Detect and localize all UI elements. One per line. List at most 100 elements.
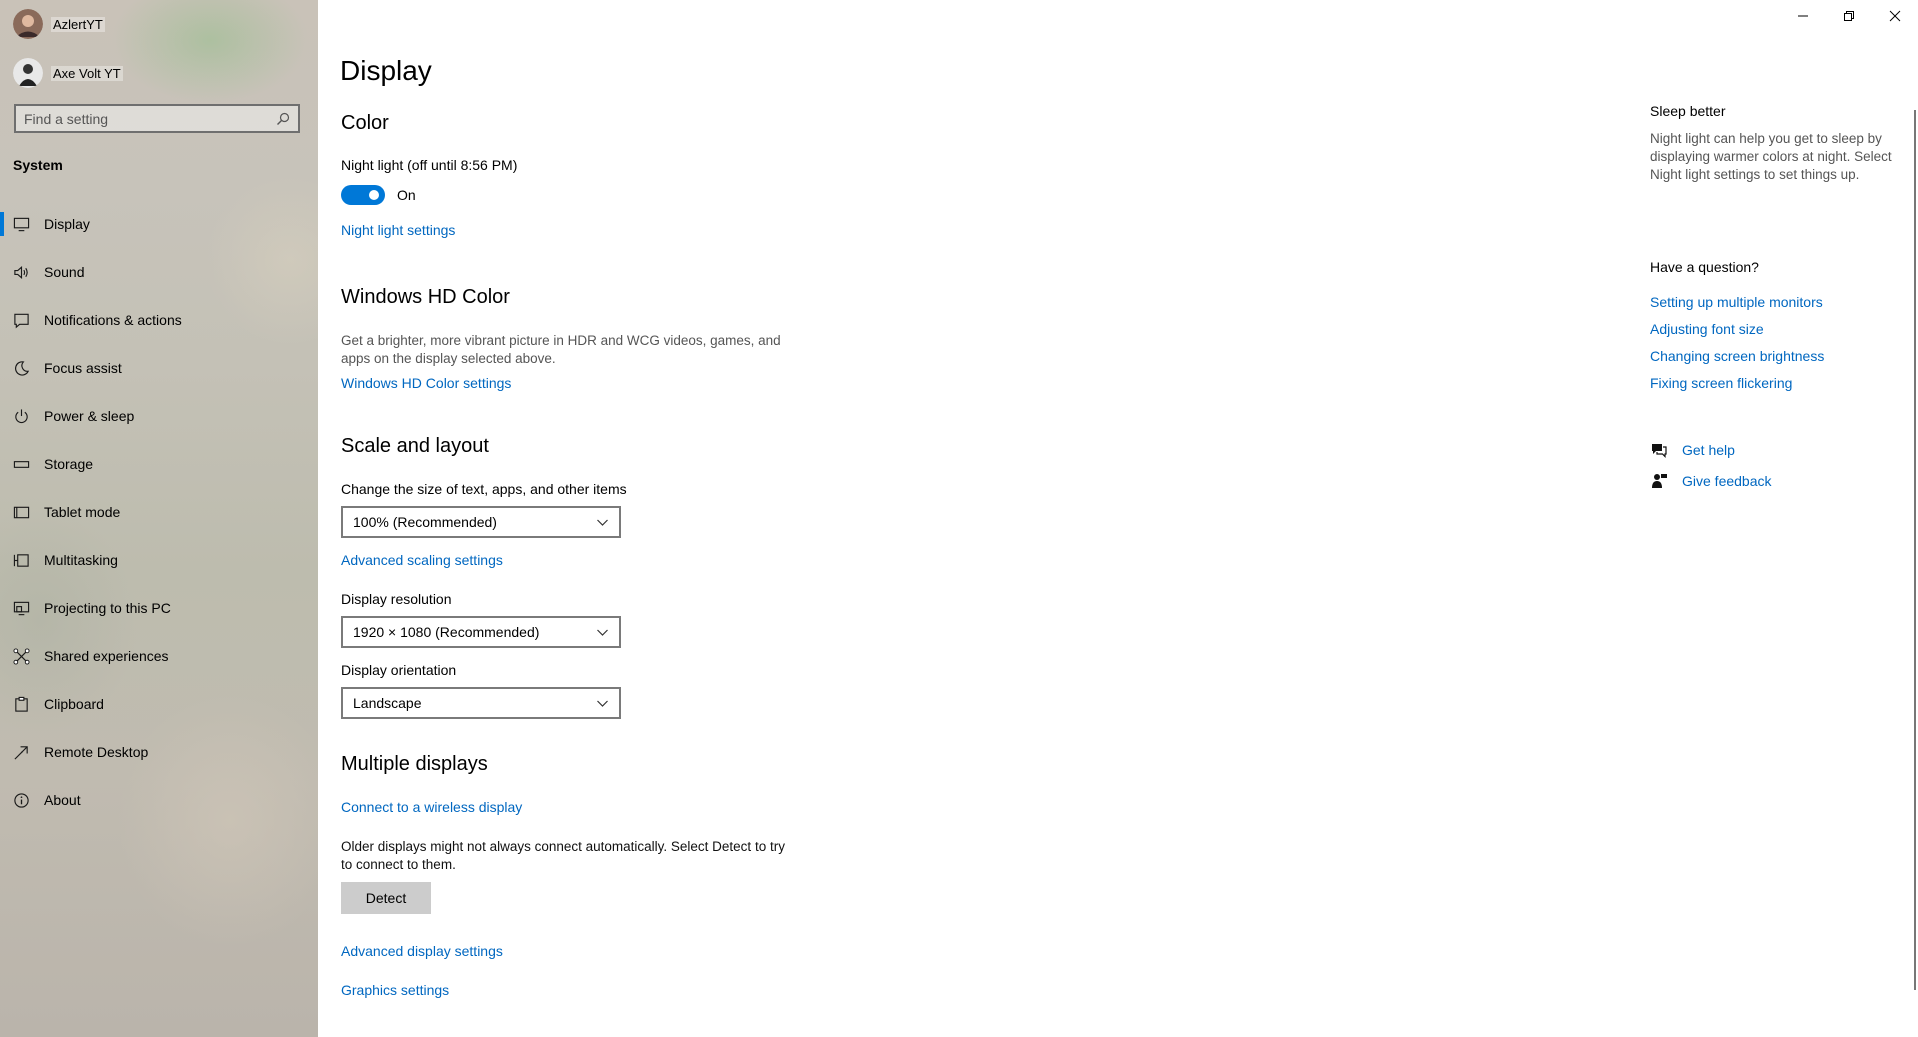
sidebar-item-label: Multitasking [44, 552, 118, 568]
sidebar-item-clipboard[interactable]: Clipboard [0, 680, 318, 728]
toggle-state-label: On [397, 187, 416, 203]
moon-icon [12, 359, 30, 377]
night-light-settings-link[interactable]: Night light settings [341, 222, 455, 238]
sidebar-item-label: Display [44, 216, 90, 232]
speaker-icon [12, 263, 30, 281]
sidebar-item-label: Clipboard [44, 696, 104, 712]
multitasking-icon [12, 551, 30, 569]
display-orientation-label: Display orientation [341, 662, 457, 678]
sidebar-item-label: Tablet mode [44, 504, 121, 520]
sidebar-item-projecting[interactable]: Projecting to this PC [0, 584, 318, 632]
sidebar-item-display[interactable]: Display [0, 200, 318, 248]
give-feedback-icon [1652, 474, 1667, 488]
info-icon [12, 791, 30, 809]
sidebar-item-sound[interactable]: Sound [0, 248, 318, 296]
profile-axe-volt-yt[interactable]: Axe Volt YT [13, 56, 123, 90]
clipboard-icon [12, 695, 30, 713]
sidebar-item-shared-experiences[interactable]: Shared experiences [0, 632, 318, 680]
chevron-down-icon [597, 700, 608, 707]
sleep-better-heading: Sleep better [1650, 103, 1726, 119]
detect-description: Older displays might not always connect … [341, 839, 785, 872]
sidebar-item-label: Focus assist [44, 360, 122, 376]
give-feedback-label: Give feedback [1682, 473, 1772, 489]
chevron-down-icon [597, 519, 608, 526]
sidebar-item-storage[interactable]: Storage [0, 440, 318, 488]
close-button[interactable] [1872, 0, 1918, 32]
storage-icon [12, 455, 30, 473]
projecting-icon [12, 599, 30, 617]
sidebar-item-power-sleep[interactable]: Power & sleep [0, 392, 318, 440]
section-label-system: System [13, 157, 63, 173]
close-icon [1889, 10, 1901, 22]
resolution-dropdown[interactable]: 1920 × 1080 (Recommended) [341, 616, 621, 648]
profile-name: Axe Volt YT [51, 65, 123, 81]
power-icon [12, 407, 30, 425]
sidebar-item-about[interactable]: About [0, 776, 318, 824]
orientation-dropdown-value: Landscape [353, 695, 422, 711]
detect-button[interactable]: Detect [341, 882, 431, 914]
changing-screen-brightness-link[interactable]: Changing screen brightness [1650, 348, 1824, 364]
minimize-icon [1798, 15, 1808, 17]
scrollbar[interactable] [1914, 110, 1916, 990]
sidebar-item-label: Projecting to this PC [44, 600, 171, 616]
heading-multiple-displays: Multiple displays [341, 753, 488, 775]
sidebar-item-label: Sound [44, 264, 85, 280]
orientation-dropdown[interactable]: Landscape [341, 687, 621, 719]
night-light-label: Night light (off until 8:56 PM) [341, 157, 518, 173]
adjusting-font-size-link[interactable]: Adjusting font size [1650, 321, 1764, 337]
search-icon[interactable] [276, 112, 290, 126]
monitor-icon [12, 215, 30, 233]
advanced-display-settings-link[interactable]: Advanced display settings [341, 943, 503, 959]
night-light-toggle-row: On [341, 185, 416, 205]
sidebar-item-label: About [44, 792, 81, 808]
shared-icon [12, 647, 30, 665]
avatar [13, 9, 43, 39]
sidebar: AzlertYT Axe Volt YT System Display Soun [0, 0, 318, 1037]
heading-color: Color [341, 112, 389, 134]
sidebar-item-label: Remote Desktop [44, 744, 149, 760]
give-feedback-link[interactable]: Give feedback [1650, 472, 1772, 490]
sidebar-item-label: Power & sleep [44, 408, 135, 424]
page-title: Display [340, 55, 432, 86]
remote-desktop-icon [12, 743, 30, 761]
heading-windows-hd-color: Windows HD Color [341, 286, 510, 308]
sidebar-item-multitasking[interactable]: Multitasking [0, 536, 318, 584]
avatar [13, 58, 43, 88]
sidebar-item-notifications[interactable]: Notifications & actions [0, 296, 318, 344]
advanced-scaling-settings-link[interactable]: Advanced scaling settings [341, 552, 503, 568]
restore-icon [1844, 11, 1854, 21]
setting-up-multiple-monitors-link[interactable]: Setting up multiple monitors [1650, 294, 1823, 310]
chevron-down-icon [597, 629, 608, 636]
search-box[interactable] [14, 104, 300, 133]
minimize-button[interactable] [1780, 0, 1826, 32]
fixing-screen-flickering-link[interactable]: Fixing screen flickering [1650, 375, 1792, 391]
get-help-label: Get help [1682, 442, 1735, 458]
sidebar-item-focus-assist[interactable]: Focus assist [0, 344, 318, 392]
sidebar-item-label: Storage [44, 456, 94, 472]
sidebar-item-label: Notifications & actions [44, 312, 182, 328]
profile-azlertyt[interactable]: AzlertYT [13, 7, 105, 41]
get-help-link[interactable]: Get help [1650, 441, 1735, 459]
sleep-better-description: Night light can help you get to sleep by… [1650, 131, 1892, 182]
scale-dropdown[interactable]: 100% (Recommended) [341, 506, 621, 538]
scale-size-label: Change the size of text, apps, and other… [341, 481, 627, 497]
window-controls [1780, 0, 1918, 32]
graphics-settings-link[interactable]: Graphics settings [341, 982, 449, 998]
sidebar-item-tablet-mode[interactable]: Tablet mode [0, 488, 318, 536]
sidebar-nav: Display Sound Notifications & actions Fo… [0, 200, 318, 824]
scale-dropdown-value: 100% (Recommended) [353, 514, 497, 530]
connect-wireless-display-link[interactable]: Connect to a wireless display [341, 799, 522, 815]
night-light-toggle[interactable] [341, 185, 385, 205]
notification-icon [12, 311, 30, 329]
have-a-question-heading: Have a question? [1650, 259, 1759, 275]
hd-color-description: Get a brighter, more vibrant picture in … [341, 333, 781, 366]
tablet-icon [12, 503, 30, 521]
search-input[interactable] [24, 110, 276, 127]
windows-hd-color-settings-link[interactable]: Windows HD Color settings [341, 375, 511, 391]
sidebar-item-remote-desktop[interactable]: Remote Desktop [0, 728, 318, 776]
heading-scale-and-layout: Scale and layout [341, 435, 489, 457]
resolution-dropdown-value: 1920 × 1080 (Recommended) [353, 624, 540, 640]
restore-button[interactable] [1826, 0, 1872, 32]
sidebar-item-label: Shared experiences [44, 648, 169, 664]
profile-name: AzlertYT [51, 16, 105, 32]
